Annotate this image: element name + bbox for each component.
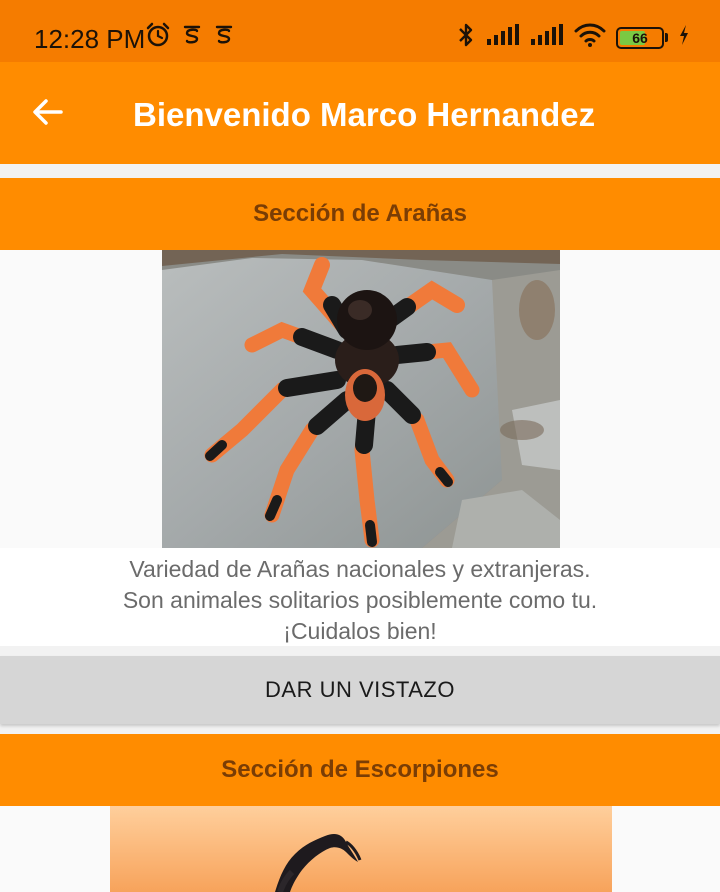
back-button[interactable] [20,86,76,142]
app-bar: Bienvenido Marco Hernandez [0,62,720,164]
section-header-spiders: Sección de Arañas [0,178,720,250]
battery-level: 66 [632,29,648,46]
spider-description: Variedad de Arañas nacionales y extranje… [0,548,720,646]
arrow-back-icon [31,95,65,134]
page-title: Bienvenido Marco Hernandez [133,96,596,133]
notification-icon [181,23,203,52]
alarm-icon [145,22,171,53]
bluetooth-icon [456,22,476,53]
status-right-icons: 66 [456,22,690,53]
notification-icon [213,23,235,52]
charging-icon [678,24,690,51]
spider-image-area [0,250,720,548]
signal-icon [530,23,564,52]
spider-image [162,250,560,548]
scorpion-image-area [0,806,720,892]
view-spiders-button[interactable]: DAR UN VISTAZO [0,656,720,724]
description-line: Son animales solitarios posiblemente com… [122,587,598,613]
status-bar: 12:28 PM 66 [0,0,720,62]
battery: 66 [616,26,664,49]
status-left-icons [145,22,235,53]
signal-icon [486,23,520,52]
status-time: 12:28 PM [34,24,146,54]
battery-icon: 66 [616,26,668,49]
section-header-scorpions: Sección de Escorpiones [0,734,720,806]
wifi-icon [574,22,606,53]
scorpion-image [110,806,612,892]
description-line: ¡Cuidalos bien! [283,618,437,644]
description-line: Variedad de Arañas nacionales y extranje… [129,556,591,582]
